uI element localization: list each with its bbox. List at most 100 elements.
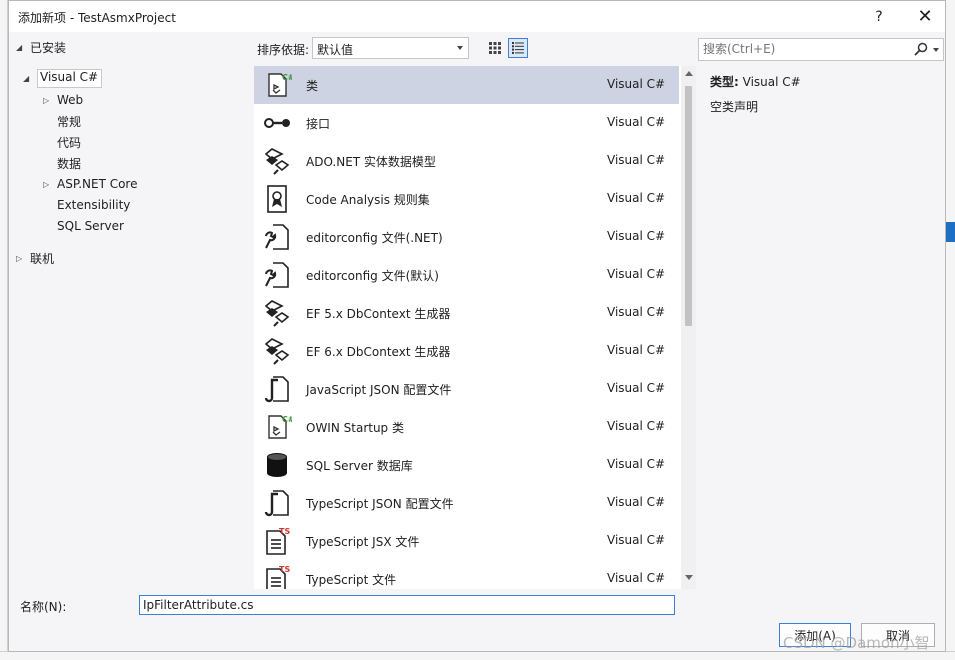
add-new-item-dialog: 添加新项 - TestAsmxProject ? ✕ ◢ 已安装 ◢ Visua… bbox=[8, 0, 946, 652]
list-item[interactable]: TS TypeScript 文件 Visual C# bbox=[254, 560, 679, 589]
expanded-arrow-icon[interactable]: ◢ bbox=[23, 74, 37, 83]
list-item[interactable]: Code Analysis 规则集 Visual C# bbox=[254, 180, 679, 218]
expanded-arrow-icon[interactable]: ◢ bbox=[16, 43, 30, 52]
tree-item-general[interactable]: 常规 bbox=[57, 111, 81, 131]
details-pane: 类型: Visual C# 空类声明 bbox=[698, 66, 946, 589]
interface-icon bbox=[264, 118, 290, 128]
ide-background-right bbox=[946, 0, 955, 660]
tree-item-label: 常规 bbox=[57, 114, 82, 129]
sort-label: 排序依据: bbox=[257, 43, 310, 57]
tree-item-visual-csharp[interactable]: ◢ Visual C# bbox=[23, 68, 103, 88]
entity-model-icon bbox=[264, 338, 290, 365]
class-icon: C# bbox=[268, 415, 292, 439]
grid-view-button[interactable] bbox=[485, 38, 505, 58]
tree-item-code[interactable]: 代码 bbox=[57, 132, 81, 152]
item-language: Visual C# bbox=[607, 77, 666, 91]
item-language: Visual C# bbox=[607, 191, 666, 205]
list-icon bbox=[512, 42, 524, 54]
tree-item-label: Visual C# bbox=[37, 68, 103, 88]
search-box[interactable] bbox=[698, 38, 944, 61]
scroll-up-icon[interactable] bbox=[685, 71, 693, 76]
item-language: Visual C# bbox=[607, 305, 666, 319]
list-item[interactable]: ADO.NET 实体数据模型 Visual C# bbox=[254, 142, 679, 180]
tree-item-installed[interactable]: ◢ 已安装 bbox=[16, 37, 66, 57]
item-name: Code Analysis 规则集 bbox=[306, 193, 430, 207]
list-item[interactable]: SQL Server 数据库 Visual C# bbox=[254, 446, 679, 484]
search-input[interactable] bbox=[703, 42, 903, 56]
item-language: Visual C# bbox=[607, 229, 666, 243]
item-language: Visual C# bbox=[607, 571, 666, 585]
svg-text:C#: C# bbox=[282, 73, 292, 82]
tree-item-web[interactable]: ▷ Web bbox=[43, 90, 83, 110]
tree-item-aspnet-core[interactable]: ▷ ASP.NET Core bbox=[43, 174, 137, 194]
list-item[interactable]: EF 6.x DbContext 生成器 Visual C# bbox=[254, 332, 679, 370]
tree-item-sql-server[interactable]: SQL Server bbox=[57, 216, 124, 236]
collapsed-arrow-icon[interactable]: ▷ bbox=[43, 96, 57, 105]
chevron-down-icon[interactable] bbox=[933, 48, 939, 52]
typescript-file-icon: TS bbox=[266, 527, 290, 555]
list-item[interactable]: editorconfig 文件(.NET) Visual C# bbox=[254, 218, 679, 256]
editorconfig-icon bbox=[265, 262, 289, 288]
item-language: Visual C# bbox=[607, 153, 666, 167]
close-button[interactable]: ✕ bbox=[905, 1, 945, 32]
tree-item-label: Extensibility bbox=[57, 198, 131, 212]
item-name: TypeScript 文件 bbox=[306, 573, 397, 587]
svg-text:C#: C# bbox=[282, 415, 292, 424]
sort-select[interactable]: 默认值 bbox=[312, 37, 469, 59]
tree-item-label: 数据 bbox=[57, 156, 82, 171]
item-language: Visual C# bbox=[607, 533, 666, 547]
tree-item-online[interactable]: ▷ 联机 bbox=[16, 248, 54, 268]
list-item[interactable]: JavaScript JSON 配置文件 Visual C# bbox=[254, 370, 679, 408]
tree-item-extensibility[interactable]: Extensibility bbox=[57, 195, 130, 215]
item-name: EF 6.x DbContext 生成器 bbox=[306, 345, 451, 359]
list-scrollbar[interactable] bbox=[681, 66, 696, 589]
tree-item-label: SQL Server bbox=[57, 219, 124, 233]
item-language: Visual C# bbox=[607, 495, 666, 509]
entity-model-icon bbox=[264, 300, 290, 327]
help-button[interactable]: ? bbox=[859, 1, 899, 32]
item-name: SQL Server 数据库 bbox=[306, 459, 413, 473]
class-icon: C# bbox=[268, 73, 292, 97]
tree-item-label: 已安装 bbox=[30, 40, 67, 55]
list-item[interactable]: TS TypeScript JSX 文件 Visual C# bbox=[254, 522, 679, 560]
sort-bar: 排序依据: 默认值 bbox=[254, 37, 694, 61]
list-item[interactable]: C# 类 Visual C# bbox=[254, 66, 679, 104]
item-name: 接口 bbox=[306, 117, 331, 131]
list-item[interactable]: C# OWIN Startup 类 Visual C# bbox=[254, 408, 679, 446]
name-input[interactable] bbox=[139, 595, 675, 615]
template-list[interactable]: C# 类 Visual C# 接口 Visual C# ADO.NET 实体数据… bbox=[254, 66, 696, 589]
sort-select-value: 默认值 bbox=[317, 43, 354, 57]
item-name: 类 bbox=[306, 79, 319, 93]
tree-item-data[interactable]: 数据 bbox=[57, 153, 81, 173]
collapsed-arrow-icon[interactable]: ▷ bbox=[43, 180, 57, 189]
item-language: Visual C# bbox=[607, 381, 666, 395]
list-item[interactable]: editorconfig 文件(默认) Visual C# bbox=[254, 256, 679, 294]
item-name: JavaScript JSON 配置文件 bbox=[306, 383, 452, 397]
database-icon bbox=[267, 453, 287, 477]
ide-background-left bbox=[0, 0, 8, 660]
item-description: 空类声明 bbox=[710, 100, 759, 114]
list-item[interactable]: EF 5.x DbContext 生成器 Visual C# bbox=[254, 294, 679, 332]
list-item[interactable]: 接口 Visual C# bbox=[254, 104, 679, 142]
type-value: Visual C# bbox=[742, 75, 801, 89]
collapsed-arrow-icon[interactable]: ▷ bbox=[16, 254, 30, 263]
tree-item-label: Web bbox=[57, 93, 84, 107]
grid-icon bbox=[489, 42, 501, 54]
ide-selection-strip bbox=[946, 222, 955, 242]
entity-model-icon bbox=[264, 148, 290, 175]
tree-item-label: ASP.NET Core bbox=[57, 177, 138, 191]
item-language: Visual C# bbox=[607, 343, 666, 357]
title-bar: 添加新项 - TestAsmxProject ? ✕ bbox=[9, 1, 945, 32]
typescript-file-icon: TS bbox=[266, 565, 290, 589]
name-label: 名称(N): bbox=[20, 600, 67, 614]
scroll-down-icon[interactable] bbox=[685, 575, 693, 580]
item-language: Visual C# bbox=[607, 267, 666, 281]
scrollbar-thumb[interactable] bbox=[685, 86, 692, 326]
type-row: 类型: Visual C# bbox=[710, 73, 801, 90]
list-item[interactable]: TypeScript JSON 配置文件 Visual C# bbox=[254, 484, 679, 522]
item-name: TypeScript JSON 配置文件 bbox=[306, 497, 454, 511]
list-view-button[interactable] bbox=[508, 38, 528, 58]
json-config-icon bbox=[264, 376, 289, 403]
search-icon[interactable] bbox=[914, 42, 928, 56]
item-language: Visual C# bbox=[607, 115, 666, 129]
